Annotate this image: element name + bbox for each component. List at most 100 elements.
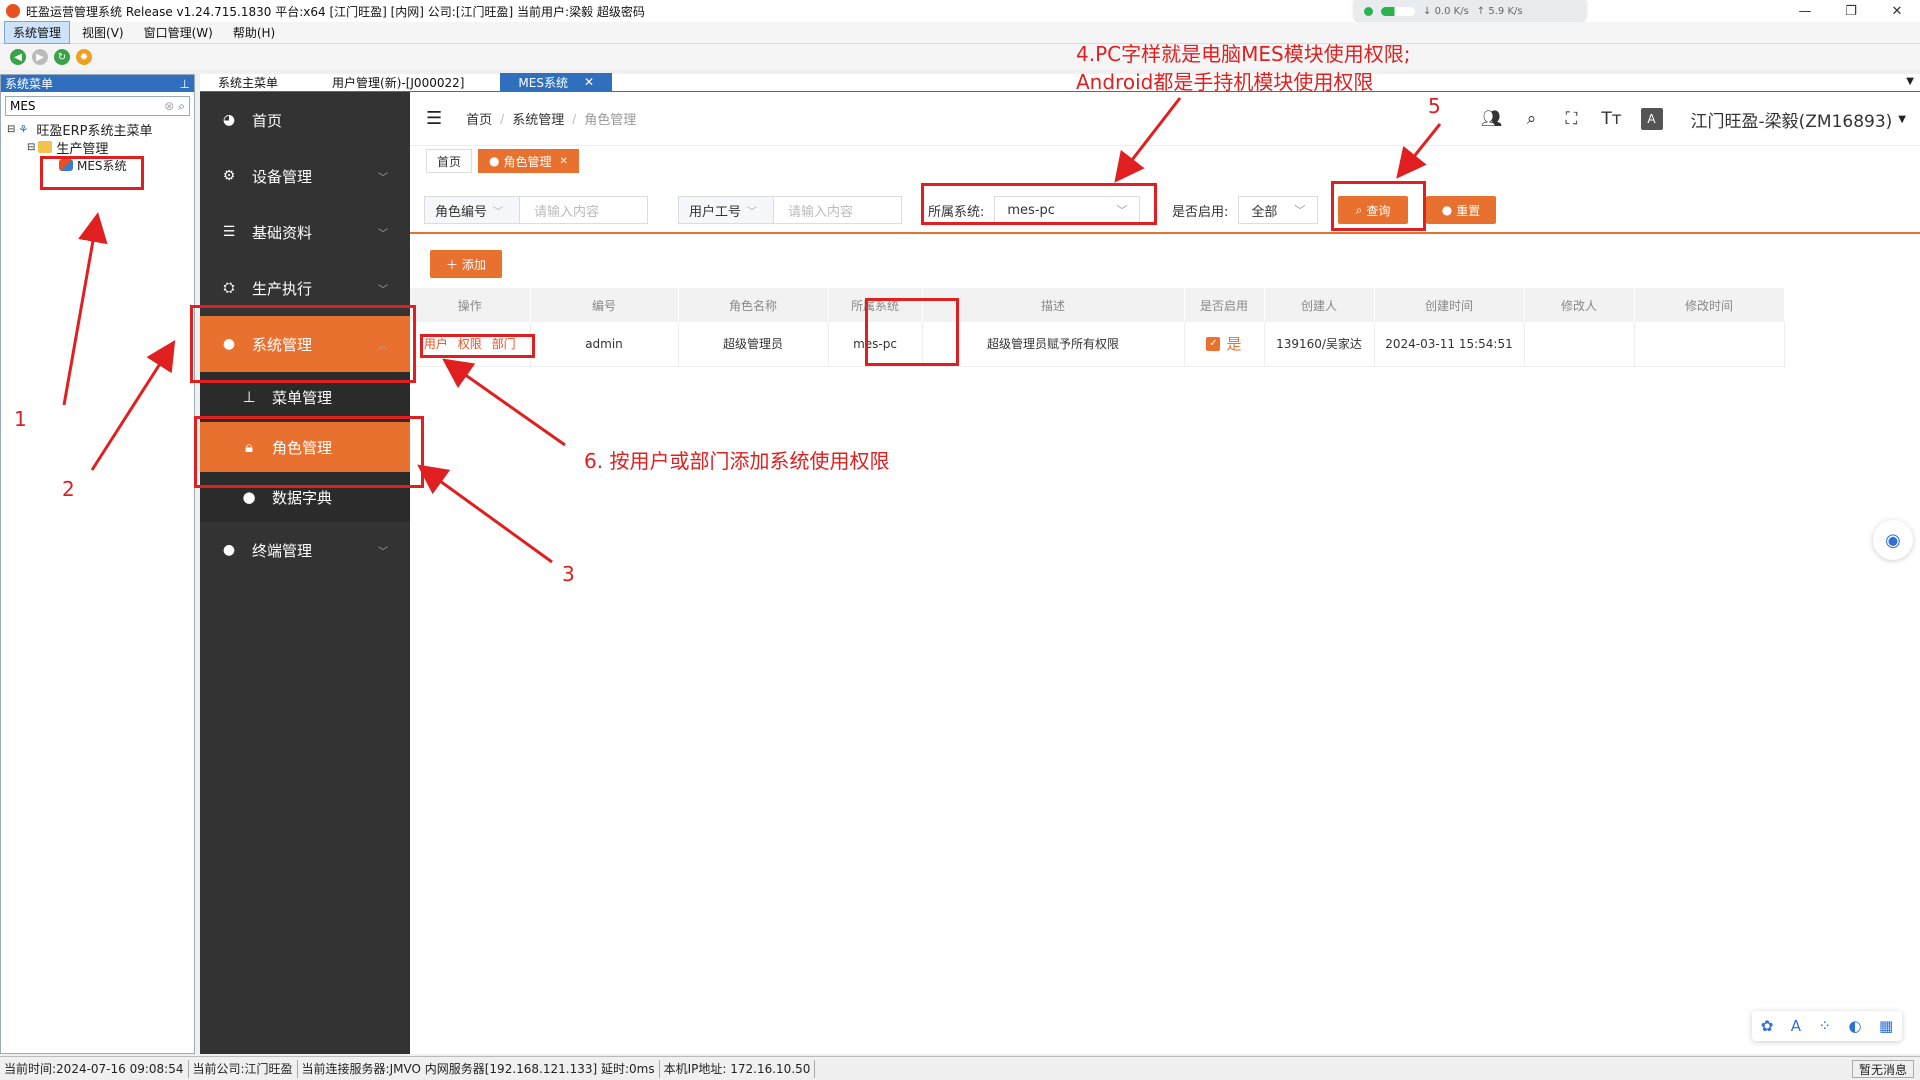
enabled-select[interactable]: 全部 ﹀ [1238, 196, 1319, 224]
ops-cell: 用户 权限 部门 [410, 322, 531, 367]
fullscreen-icon[interactable]: ⛶ [1561, 108, 1583, 130]
annotation-label-3: 3 [562, 562, 575, 586]
lock-icon: 🔒︎ [245, 438, 253, 456]
search-icon: ⌕ [1355, 202, 1363, 217]
tab-user-management[interactable]: 用户管理(新)-[J000022] [296, 73, 500, 91]
breadcrumb-system[interactable]: 系统管理 [512, 109, 564, 128]
sidebar-item-label: 角色管理 [272, 438, 333, 457]
upload-speed: ↑ 5.9 K/s [1476, 5, 1523, 17]
system-cell: mes-pc [828, 322, 923, 367]
text-icon[interactable]: A [1791, 1017, 1801, 1035]
user-icon: ● [222, 542, 236, 558]
menu-bar: 系统管理 视图(V) 窗口管理(W) 帮助(H) [0, 21, 1920, 44]
column-header: 所属系统 [828, 288, 923, 322]
query-button[interactable]: ⌕ 查询 [1338, 196, 1408, 224]
settings-gear-icon[interactable]: ✹ [76, 49, 92, 65]
robot-icon[interactable]: ◐ [1849, 1017, 1862, 1035]
close-icon[interactable]: ✕ [1874, 0, 1920, 22]
op-permissions-link[interactable]: 权限 [458, 337, 482, 351]
filter-enabled: 是否启用: 全部 ﹀ [1172, 196, 1319, 224]
clear-icon[interactable]: ⊗ [164, 99, 174, 113]
title-bar: 旺盈运营管理系统 Release v1.24.715.1830 平台:x64 [… [0, 0, 1920, 22]
table-header-row: 操作 编号 角色名称 所属系统 描述 是否启用 创建人 创建时间 修改人 修改时… [410, 288, 1785, 322]
menu-window[interactable]: 窗口管理(W) [136, 22, 221, 43]
menu-system[interactable]: 系统管理 [4, 21, 71, 44]
sidebar-item-system[interactable]: ● 系统管理 ︿ [200, 316, 410, 372]
column-header: 创建人 [1264, 288, 1375, 322]
tree-node-root[interactable]: ⊟ ⚘ 旺盈ERP系统主菜单 [1, 120, 194, 139]
role-code-select[interactable]: 角色编号 ﹀ [424, 196, 520, 224]
back-icon[interactable]: ◀ [10, 49, 26, 65]
breadcrumb-home[interactable]: 首页 [466, 109, 492, 128]
panel-header: 系统菜单 ⊥ [1, 75, 194, 92]
tag-label: 角色管理 [503, 154, 552, 169]
role-table: 操作 编号 角色名称 所属系统 描述 是否启用 创建人 创建时间 修改人 修改时… [410, 288, 1785, 367]
dots-icon[interactable]: ⁘ [1818, 1017, 1831, 1035]
grid-icon[interactable]: ▦ [1879, 1017, 1893, 1035]
column-header: 描述 [922, 288, 1185, 322]
gears-icon: ⚙ [222, 168, 236, 184]
maximize-icon[interactable]: ❐ [1828, 0, 1874, 22]
reset-button[interactable]: ● 重置 [1426, 196, 1496, 224]
tree-node-production[interactable]: ⊟ 生产管理 [1, 138, 194, 157]
font-size-icon[interactable]: Tт [1601, 108, 1623, 130]
pin-icon[interactable]: ⊥ [180, 77, 190, 91]
annotation-label-5: 5 [1428, 94, 1441, 118]
tabs-dropdown-icon[interactable]: ▼ [1906, 76, 1914, 87]
menu-search-input[interactable] [10, 99, 165, 113]
caret-down-icon[interactable]: ▼ [1898, 114, 1906, 125]
search-icon[interactable]: ⌕ [178, 99, 185, 114]
assistant-icon[interactable]: ◉ [1873, 520, 1913, 560]
menu-toggle-icon[interactable]: ☰ [426, 108, 442, 129]
sidebar-item-production[interactable]: ⛭ 生产执行 ﹀ [200, 260, 410, 316]
role-code-input[interactable]: 请输入内容 [520, 196, 648, 224]
tag-close-icon[interactable]: ✕ [560, 156, 568, 167]
op-users-link[interactable]: 用户 [424, 337, 448, 351]
tree-node-label: MES系统 [77, 158, 127, 173]
collapse-icon[interactable]: ⊟ [7, 124, 15, 135]
tab-close-icon[interactable]: ✕ [584, 75, 594, 89]
add-role-button[interactable]: ＋ 添加 [430, 250, 502, 278]
annotation-label-4b: Android都是手持机模块使用权限 [1076, 70, 1374, 94]
tab-mes-system[interactable]: MES系统 ✕ [500, 73, 613, 91]
tag-home[interactable]: 首页 [426, 149, 473, 173]
select-value: 全部 [1251, 204, 1278, 220]
user-code-select[interactable]: 用户工号 ﹀ [678, 196, 774, 224]
user-code-input[interactable]: 请输入内容 [774, 196, 902, 224]
search-icon[interactable]: ⌕ [1521, 108, 1543, 130]
users-icon[interactable]: 👥︎ [1481, 108, 1503, 130]
sidebar-sub-dictionary[interactable]: ● 数据字典 [200, 472, 410, 522]
tag-role-management[interactable]: ● 角色管理 ✕ [478, 149, 579, 173]
forward-icon[interactable]: ▶ [32, 49, 48, 65]
system-select[interactable]: mes-pc ﹀ [994, 196, 1141, 224]
chevron-down-icon: ﹀ [1116, 204, 1128, 217]
sidebar-sub-menu-mgmt[interactable]: ⊥ 菜单管理 [200, 372, 410, 422]
sidebar-item-home[interactable]: ◕ 首页 [200, 92, 410, 148]
enabled-value: 是 [1226, 335, 1242, 354]
tab-label: MES系统 [518, 75, 568, 90]
sidebar-item-basic-data[interactable]: ☰ 基础资料 ﹀ [200, 204, 410, 260]
current-user[interactable]: 江门旺盈-梁毅(ZM16893) [1691, 107, 1893, 132]
menu-view[interactable]: 视图(V) [74, 22, 132, 43]
tree-node-mes[interactable]: MES系统 [1, 156, 194, 174]
dashboard-icon: ◕ [222, 112, 236, 128]
column-header: 修改时间 [1634, 288, 1785, 322]
checkbox-checked-icon[interactable]: ✓ [1206, 336, 1221, 351]
status-ip: 本机IP地址: 172.16.10.50 [660, 1059, 816, 1078]
minimize-icon[interactable]: — [1782, 0, 1828, 22]
sidebar-item-equipment[interactable]: ⚙ 设备管理 ﹀ [200, 148, 410, 204]
du-icon[interactable]: ✿ [1761, 1017, 1774, 1035]
network-monitor: ↓ 0.0 K/s ↑ 5.9 K/s [1354, 0, 1586, 22]
annotation-label-2: 2 [62, 477, 75, 501]
sidebar-sub-role-mgmt[interactable]: 🔒︎ 角色管理 [200, 422, 410, 472]
tab-main-menu[interactable]: 系统主菜单 [200, 73, 296, 91]
document-tabs: 系统主菜单 用户管理(新)-[J000022] MES系统 ✕ ▼ [200, 73, 1920, 92]
menu-help[interactable]: 帮助(H) [225, 22, 283, 43]
refresh-icon[interactable]: ↻ [54, 49, 70, 65]
translate-icon[interactable]: A [1640, 108, 1663, 130]
chevron-down-icon: ﹀ [378, 284, 388, 296]
system-menu-panel: 系统菜单 ⊥ ⊗ ⌕ ⊟ ⚘ 旺盈ERP系统主菜单 ⊟ 生产管理 MES系统 [0, 74, 195, 1054]
sidebar-item-terminal[interactable]: ● 终端管理 ﹀ [200, 522, 410, 578]
collapse-icon[interactable]: ⊟ [27, 142, 35, 153]
op-departments-link[interactable]: 部门 [492, 337, 516, 351]
